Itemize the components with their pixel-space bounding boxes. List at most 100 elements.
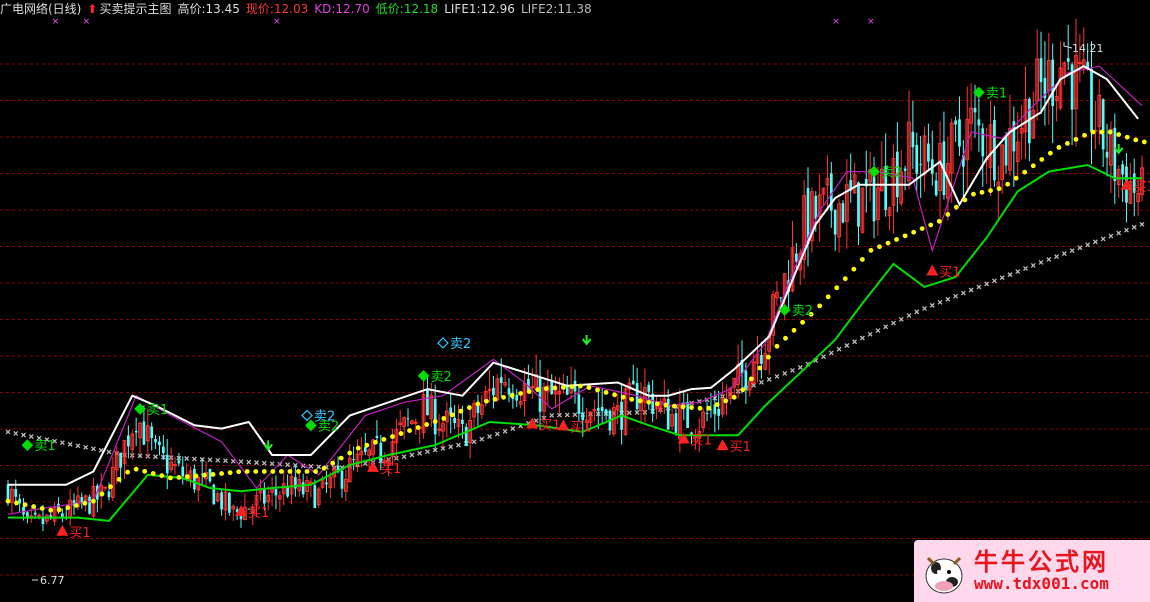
dots-point xyxy=(740,387,746,393)
dots-point xyxy=(1013,175,1019,181)
long-ma-mark xyxy=(184,456,190,461)
candle-body-down xyxy=(340,470,344,489)
dots-point xyxy=(800,319,805,325)
sell-diamond-icon xyxy=(21,439,34,451)
dots-point xyxy=(714,402,720,407)
dots-point xyxy=(569,384,575,390)
candle-body-down xyxy=(150,426,154,439)
candle-body-down xyxy=(228,492,231,513)
long-ma-mark xyxy=(106,449,112,455)
long-ma-mark xyxy=(557,412,562,418)
extreme-labels: 14.21 6.77 xyxy=(32,42,1104,587)
sell-diamond-icon xyxy=(301,409,313,422)
candle-body-down xyxy=(1121,164,1124,175)
long-ma-mark xyxy=(1007,272,1013,278)
up-arrow-icon: ⬆ xyxy=(87,2,98,16)
candle-body-down xyxy=(352,459,355,461)
dots-point xyxy=(475,401,481,407)
buy-label: 买1 xyxy=(380,462,401,477)
long-ma-mark xyxy=(1046,257,1052,262)
candle-body-down xyxy=(674,413,678,434)
long-ma-mark xyxy=(564,412,570,418)
dots-point xyxy=(757,365,763,371)
candle-body-down xyxy=(915,144,919,174)
dots-point xyxy=(116,476,122,482)
long-ma-mark xyxy=(906,313,912,319)
long-ma-mark xyxy=(1100,236,1106,242)
dots-point xyxy=(603,389,609,395)
dots-point xyxy=(877,244,882,250)
dots-point xyxy=(834,285,840,291)
candle-body-down xyxy=(220,492,223,510)
long-ma-mark xyxy=(1092,239,1098,245)
dots-point xyxy=(270,469,276,474)
long-ma-mark xyxy=(1069,248,1075,254)
candle-body-down xyxy=(433,399,437,435)
candle-body-up xyxy=(103,486,107,489)
dots-point xyxy=(73,503,79,508)
dots-point xyxy=(578,383,583,389)
dots-point xyxy=(458,408,464,414)
dots-point xyxy=(22,502,28,508)
long-ma-mark xyxy=(626,410,632,416)
dots-point xyxy=(535,387,541,393)
top-x-mark: × xyxy=(83,17,91,27)
dots-point xyxy=(911,229,917,235)
dots-point xyxy=(1082,132,1087,138)
dots-point xyxy=(210,472,216,477)
candle-body-up xyxy=(37,514,41,517)
candle-body-down xyxy=(499,377,503,384)
candle-body-down xyxy=(193,468,196,490)
candle-body-down xyxy=(363,447,367,452)
dots-point xyxy=(689,405,694,410)
dots-point xyxy=(723,398,729,404)
stock-chart[interactable]: 卖1卖1卖2卖2卖2卖2卖2卖2卖1买1买1买1买1买1买1买1买1买1××××… xyxy=(0,0,1150,602)
long-ma-mark xyxy=(766,376,772,382)
sell-label: 卖1 xyxy=(147,403,168,418)
candle-body-down xyxy=(134,430,138,433)
long-ma-mark xyxy=(67,441,73,447)
long-ma-mark xyxy=(5,429,11,435)
candle-body-down xyxy=(107,491,111,498)
dots-point xyxy=(595,387,600,393)
candle-body-down xyxy=(779,297,783,299)
dots-point xyxy=(543,386,549,392)
candle-body-down xyxy=(973,107,977,113)
current-price: 现价:12.03 xyxy=(245,2,309,16)
long-ma-mark xyxy=(1131,224,1137,230)
long-ma-mark xyxy=(572,412,578,418)
candle-body-down xyxy=(686,402,689,428)
long-ma-mark xyxy=(875,328,881,334)
dots-point xyxy=(415,425,421,430)
dots-point xyxy=(244,469,250,474)
candle-body-down xyxy=(600,406,604,412)
long-ma-mark xyxy=(487,434,493,440)
long-ma-mark xyxy=(246,459,252,465)
dots-point xyxy=(56,507,62,513)
dots-point xyxy=(612,392,618,398)
buy-label: 买1 xyxy=(248,506,269,521)
candle-body-down xyxy=(33,512,37,515)
long-ma-mark xyxy=(1015,269,1021,275)
candle-body-down xyxy=(492,387,495,396)
buy-label: 买1 xyxy=(730,440,751,455)
candle-body-down xyxy=(165,454,169,474)
dots-point xyxy=(928,222,934,228)
dots-point xyxy=(1090,129,1096,135)
dots-point xyxy=(159,473,165,479)
dots-point xyxy=(1022,169,1028,175)
long-ma-mark xyxy=(261,460,267,466)
dots-point xyxy=(82,500,88,506)
long-ma-mark xyxy=(634,410,640,416)
candle-body-down xyxy=(760,355,763,364)
buy-triangle-icon xyxy=(716,439,729,451)
candle-body-down xyxy=(1090,68,1093,133)
long-ma-mark xyxy=(859,335,865,341)
candle-body-down xyxy=(872,172,876,222)
long-ma-mark xyxy=(401,454,407,460)
dots-point xyxy=(193,473,199,479)
dots-point xyxy=(287,469,293,474)
candle-body-down xyxy=(631,380,635,385)
dots-point xyxy=(731,394,737,400)
dots-point xyxy=(1005,181,1011,187)
